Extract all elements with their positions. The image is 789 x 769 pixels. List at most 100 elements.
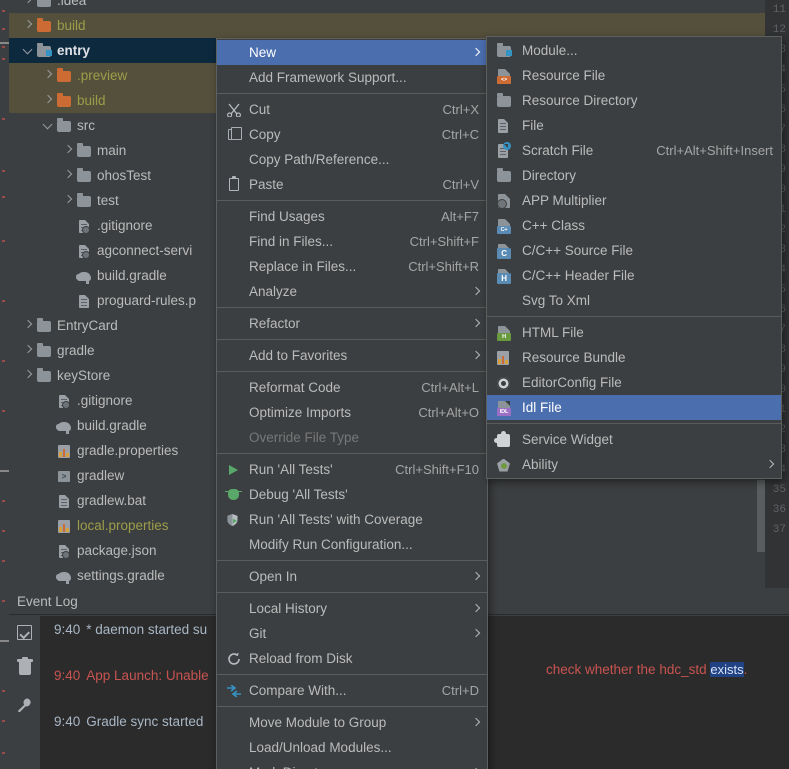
menu-item[interactable]: H HTML File [487, 320, 781, 345]
editor-scrollbar-thumb[interactable] [757, 480, 765, 552]
menu-item[interactable]: Scratch File Ctrl+Alt+Shift+Insert [487, 138, 781, 163]
overflow-prefix: check whether the hdc_std [546, 662, 711, 677]
menu-item[interactable]: Directory [487, 163, 781, 188]
menu-item-icon: IDL [495, 400, 515, 416]
menu-item-label: Find in Files... [249, 234, 334, 249]
menu-item[interactable]: Cut Ctrl+X [217, 97, 487, 122]
menu-item[interactable]: Run 'All Tests' with Coverage [217, 507, 487, 532]
chevron-right-icon[interactable] [61, 193, 76, 208]
menu-item-label: Add to Favorites [249, 348, 348, 363]
menu-item-icon [495, 193, 515, 209]
chevron-right-icon[interactable] [61, 143, 76, 158]
menu-item-icon [225, 316, 245, 332]
scratch-file-icon [498, 141, 511, 158]
menu-item[interactable]: APP Multiplier [487, 188, 781, 213]
menu-item[interactable]: Ability [487, 452, 781, 477]
menu-item[interactable]: Load/Unload Modules... [217, 735, 487, 760]
chevron-right-icon[interactable] [21, 318, 36, 333]
tree-item-label: local.properties [77, 518, 169, 533]
overflow-selected[interactable]: exists [710, 662, 744, 677]
chevron-right-icon[interactable] [21, 368, 36, 383]
menu-item-label: Modify Run Configuration... [249, 537, 413, 552]
paste-icon [229, 175, 239, 191]
menu-item-label: Copy [249, 127, 281, 142]
menu-item[interactable]: Git [217, 621, 487, 646]
menu-item[interactable]: Copy Path/Reference... [217, 147, 487, 172]
menu-item-label: Resource Directory [522, 93, 638, 108]
menu-item[interactable]: Reload from Disk [217, 646, 487, 671]
clear-all-icon[interactable] [14, 657, 36, 680]
menu-item-icon [225, 537, 245, 553]
menu-item-label: Mark Directory as [249, 765, 479, 769]
menu-item[interactable]: Modify Run Configuration... [217, 532, 487, 557]
mark-all-read-icon[interactable] [14, 622, 36, 644]
menu-item[interactable]: Run 'All Tests' Ctrl+Shift+F10 [217, 457, 487, 482]
menu-item[interactable]: EditorConfig File [487, 370, 781, 395]
folder-icon [77, 143, 91, 157]
menu-item[interactable]: Copy Ctrl+C [217, 122, 487, 147]
menu-item[interactable]: Paste Ctrl+V [217, 172, 487, 197]
scissors-icon [227, 103, 241, 117]
folder-icon [37, 368, 51, 382]
menu-item[interactable]: <> Resource File [487, 63, 781, 88]
menu-item[interactable]: Replace in Files... Ctrl+Shift+R [217, 254, 487, 279]
menu-item[interactable]: Find in Files... Ctrl+Shift+F [217, 229, 487, 254]
menu-item-label: Reload from Disk [249, 651, 353, 666]
chevron-right-icon[interactable] [41, 68, 56, 83]
chevron-right-icon[interactable] [21, 343, 36, 358]
menu-item[interactable]: New [217, 40, 487, 65]
menu-item[interactable]: Compare With... Ctrl+D [217, 678, 487, 703]
context-menu[interactable]: New Add Framework Support... Cut Ctrl+X Copy… [216, 38, 488, 769]
menu-item-label: Service Widget [522, 432, 613, 447]
menu-item[interactable]: File [487, 113, 781, 138]
chevron-right-icon[interactable] [61, 168, 76, 183]
menu-item[interactable]: Mark Directory as [217, 760, 487, 769]
menu-item[interactable]: Svg To Xml [487, 288, 781, 313]
menu-item[interactable]: C+ C++ Class [487, 213, 781, 238]
tree-item-label: src [77, 118, 95, 133]
menu-item[interactable]: Debug 'All Tests' [217, 482, 487, 507]
menu-item[interactable]: Local History [217, 596, 487, 621]
menu-item[interactable]: Move Module to Group [217, 710, 487, 735]
menu-item[interactable]: C C/C++ Source File [487, 238, 781, 263]
chevron-down-icon[interactable] [21, 43, 36, 58]
gitignore-file-icon [79, 219, 90, 234]
menu-item[interactable]: Optimize Imports Ctrl+Alt+O [217, 400, 487, 425]
menu-item-shortcut: Ctrl+Shift+F [409, 234, 479, 249]
menu-item[interactable]: Add to Favorites [217, 343, 487, 368]
menu-item[interactable]: Service Widget [487, 427, 781, 452]
menu-item-label: Copy Path/Reference... [249, 152, 390, 167]
menu-item[interactable]: Module... [487, 38, 781, 63]
menu-separator [217, 371, 487, 372]
menu-item-icon [225, 569, 245, 585]
tree-row[interactable]: .idea [9, 0, 769, 13]
wrench-icon [17, 698, 31, 712]
menu-item[interactable]: IDL Idl File [487, 395, 781, 420]
menu-item-label: Run 'All Tests' with Coverage [249, 512, 423, 527]
menu-item[interactable]: Add Framework Support... [217, 65, 487, 90]
settings-icon[interactable] [14, 694, 36, 716]
tree-item-icon [56, 393, 72, 409]
chevron-right-icon[interactable] [21, 0, 36, 8]
menu-item[interactable]: H C/C++ Header File [487, 263, 781, 288]
tree-item-icon [76, 243, 92, 259]
menu-item[interactable]: Resource Bundle [487, 345, 781, 370]
menu-item-icon [495, 93, 515, 109]
menu-item[interactable]: Find Usages Alt+F7 [217, 204, 487, 229]
new-submenu[interactable]: Module... <> Resource File Resource Directo… [486, 36, 782, 479]
menu-item[interactable]: Reformat Code Ctrl+Alt+L [217, 375, 487, 400]
tree-row[interactable]: build [9, 13, 769, 38]
menu-item[interactable]: Refactor [217, 311, 487, 336]
menu-item[interactable]: Resource Directory [487, 88, 781, 113]
menu-item[interactable]: Open In [217, 564, 487, 589]
chevron-down-icon[interactable] [41, 118, 56, 133]
menu-item[interactable]: Analyze [217, 279, 487, 304]
menu-item-shortcut: Ctrl+Alt+L [421, 380, 479, 395]
debug-icon [225, 488, 242, 500]
chevron-right-icon[interactable] [21, 18, 36, 33]
script-file-icon: > [58, 470, 70, 482]
menu-item-icon [225, 380, 245, 396]
chevron-right-icon[interactable] [41, 93, 56, 108]
menu-item-icon [225, 126, 245, 143]
menu-item[interactable]: Override File Type [217, 425, 487, 450]
